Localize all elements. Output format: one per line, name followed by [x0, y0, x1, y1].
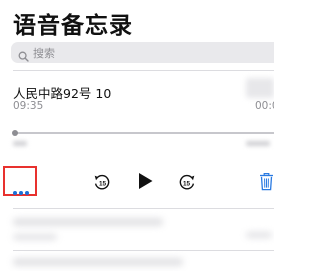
- voice-memos-screen: 语音备忘录 搜索 人民中路92号 10 09:35 00:04 15: [0, 0, 274, 271]
- skip-back-button[interactable]: 15: [93, 173, 111, 195]
- blurred-list-item: [13, 234, 57, 240]
- playback-scrubber[interactable]: [15, 132, 274, 134]
- divider: [13, 250, 274, 251]
- search-icon: [18, 47, 29, 62]
- search-placeholder: 搜索: [33, 47, 55, 60]
- skip-forward-seconds: 15: [183, 180, 191, 187]
- recording-date: 09:35: [13, 100, 44, 112]
- divider: [13, 70, 274, 71]
- trash-icon: [260, 173, 273, 191]
- page-title: 语音备忘录: [13, 13, 133, 39]
- divider: [13, 208, 274, 209]
- blurred-list-item: [13, 258, 183, 266]
- skip-forward-15-icon: 15: [179, 174, 195, 190]
- remaining-time: [246, 141, 270, 146]
- elapsed-time: [13, 141, 27, 146]
- skip-back-seconds: 15: [99, 180, 107, 187]
- scrubber-handle[interactable]: [12, 130, 18, 136]
- blurred-list-item: [13, 218, 163, 226]
- blurred-region: [246, 78, 274, 98]
- blurred-list-item: [246, 232, 272, 238]
- skip-forward-button[interactable]: 15: [178, 173, 196, 195]
- more-options-button[interactable]: [3, 166, 37, 196]
- skip-back-15-icon: 15: [94, 174, 110, 190]
- play-button[interactable]: [137, 172, 154, 194]
- recording-duration: 00:04: [255, 100, 274, 112]
- play-icon: [139, 173, 153, 189]
- search-bar[interactable]: 搜索: [11, 42, 274, 63]
- more-icon: [13, 180, 31, 199]
- delete-button[interactable]: [259, 172, 274, 195]
